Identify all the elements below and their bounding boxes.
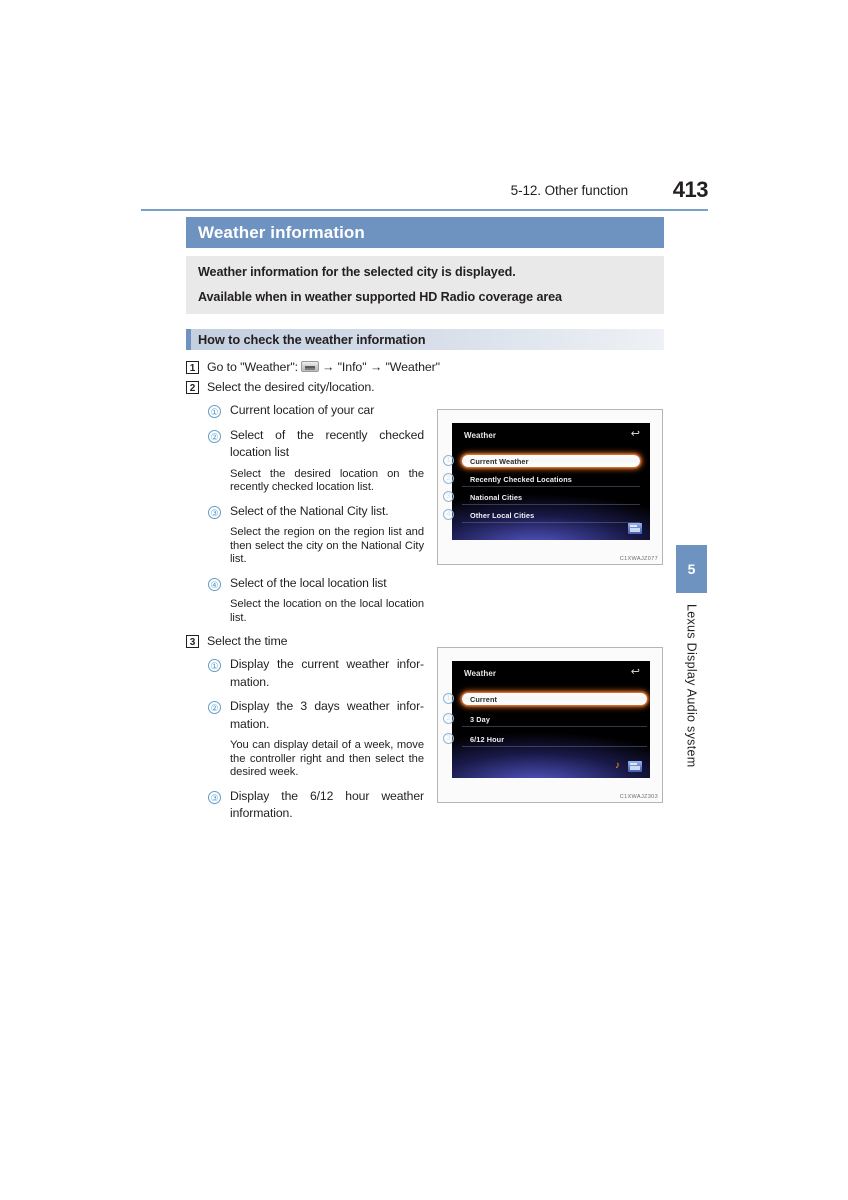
header-section-title: 5-12. Other function xyxy=(510,183,628,198)
screen-2-title: Weather xyxy=(464,669,497,678)
step-1-text-after: → "Info" → "Weather" xyxy=(322,360,440,375)
speaker-icon[interactable]: ♪ xyxy=(611,760,624,771)
section-title: Weather information xyxy=(198,222,365,242)
step-2-item-3-note: Select the region on the region list and… xyxy=(230,526,424,566)
callout-3: 3 xyxy=(443,491,454,502)
circled-number-2: ② xyxy=(208,429,221,443)
step-2-item-2-note: Select the desired location on the recen… xyxy=(230,467,424,494)
folder-icon[interactable] xyxy=(628,523,642,534)
circled-number-1: ① xyxy=(208,659,221,673)
step-1-number: 1 xyxy=(186,361,199,375)
step-1-text: Go to "Weather": → "Info" → "Weather" xyxy=(207,359,440,376)
folder-icon[interactable] xyxy=(628,761,642,772)
step-2-item-1-text: Current location of your car xyxy=(230,403,375,418)
chapter-tab-number: 5 xyxy=(676,545,707,593)
circled-number-1: ① xyxy=(208,405,221,419)
circled-number-3: ③ xyxy=(208,505,221,519)
screen-1-row-1-label: Current Weather xyxy=(470,456,529,466)
chapter-tab-label-text: Lexus Display Audio system xyxy=(684,604,699,768)
subsection-header: How to check the weather information xyxy=(186,329,664,351)
device-screenshot-1: Weather ↩ Current Weather Recently Check… xyxy=(437,409,663,565)
step-3-number: 3 xyxy=(186,635,199,649)
subsection-title: How to check the weather information xyxy=(198,332,426,348)
step-2: 2 Select the desired city/location. xyxy=(186,379,664,396)
screen-1-row-4-label: Other Local Cities xyxy=(470,510,535,520)
display-menu-icon xyxy=(301,361,319,373)
device-screenshot-2: Weather ↩ Current 3 Day 6/12 Hour ♪ 1 2 … xyxy=(437,647,663,803)
chapter-tab-label: Lexus Display Audio system xyxy=(676,604,707,774)
screen-1-row-current-weather[interactable]: Current Weather xyxy=(462,455,640,467)
screen-1-title: Weather xyxy=(464,431,497,440)
circled-number-4: ④ xyxy=(208,577,221,591)
screenshot-1-code: C1XWAJZ077 xyxy=(619,556,658,562)
step-3-text: Select the time xyxy=(207,634,288,649)
screen-2-row-3-label: 6/12 Hour xyxy=(470,734,505,744)
device-screen-1: Weather ↩ Current Weather Recently Check… xyxy=(452,423,650,540)
page-header: 5-12. Other function 413 xyxy=(141,177,709,209)
step-2-text: Select the desired city/location. xyxy=(207,380,375,395)
back-icon[interactable]: ↩ xyxy=(631,429,640,440)
circled-number-2: ② xyxy=(208,701,221,715)
step-2-item-3-text: Select of the National City list. xyxy=(230,503,389,518)
step-3-item-3: ③ Display the 6/12 hour weather informat… xyxy=(208,788,424,823)
screen-1-row-3-label: National Cities xyxy=(470,492,523,502)
page-number: 413 xyxy=(672,177,709,202)
step-3-item-2: ② Display the 3 days weather infor-matio… xyxy=(208,698,424,733)
screen-2-row-1-label: Current xyxy=(470,694,498,704)
callout-3: 3 xyxy=(443,733,454,744)
device-screen-2: Weather ↩ Current 3 Day 6/12 Hour ♪ xyxy=(452,661,650,778)
screen-1-row-national-cities[interactable]: National Cities xyxy=(462,491,640,505)
callout-1: 1 xyxy=(443,693,454,704)
callout-1: 1 xyxy=(443,455,454,466)
step-2-item-4-note: Select the location on the local locatio… xyxy=(230,598,424,624)
screen-2-row-current[interactable]: Current xyxy=(462,693,647,705)
screen-1-row-recently-checked[interactable]: Recently Checked Locations xyxy=(462,473,640,487)
callout-2: 2 xyxy=(443,713,454,724)
screen-1-row-2-label: Recently Checked Locations xyxy=(470,474,572,484)
screenshot-2-code: C1XWAJZ303 xyxy=(619,794,658,800)
back-icon[interactable]: ↩ xyxy=(631,667,640,678)
step-1-text-before: Go to "Weather": xyxy=(207,360,298,375)
screen-2-row-3-day[interactable]: 3 Day xyxy=(462,713,647,727)
step-1: 1 Go to "Weather": → "Info" → "Weather" xyxy=(186,359,664,376)
description-box: Weather information for the selected cit… xyxy=(186,256,664,315)
header-rule xyxy=(141,209,708,211)
screen-2-row-6-12-hour[interactable]: 6/12 Hour xyxy=(462,733,647,747)
step-2-item-2-text: Select of the recently checked location … xyxy=(230,427,424,460)
step-3-item-3-text: Display the 6/12 hour weather informatio… xyxy=(230,788,424,821)
callout-4: 4 xyxy=(443,509,454,520)
step-2-item-3: ③ Select of the National City list. xyxy=(208,503,424,521)
circled-number-3: ③ xyxy=(208,790,221,804)
description-line-1: Weather information for the selected cit… xyxy=(198,265,516,279)
step-2-item-1: ① Current location of your car xyxy=(208,402,424,420)
step-2-sub-list: ① Current location of your car ② Select … xyxy=(208,402,424,625)
step-3-item-1: ① Display the current weather infor-mati… xyxy=(208,656,424,691)
step-2-item-4-text: Select of the local location list xyxy=(230,575,387,590)
step-2-item-4: ④ Select of the local location list xyxy=(208,575,424,593)
step-3-item-2-text: Display the 3 days weather infor-mation. xyxy=(230,699,424,731)
section-title-bar: Weather information xyxy=(186,217,664,248)
step-2-item-2: ② Select of the recently checked locatio… xyxy=(208,427,424,462)
step-3-item-1-text: Display the current weather infor-mation… xyxy=(230,657,424,689)
callout-2: 2 xyxy=(443,473,454,484)
step-3-sub-list: ① Display the current weather infor-mati… xyxy=(208,656,424,823)
description-line-2: Available when in weather supported HD R… xyxy=(198,289,562,304)
screen-2-row-2-label: 3 Day xyxy=(470,714,490,724)
step-2-number: 2 xyxy=(186,381,199,395)
screen-1-row-other-local-cities[interactable]: Other Local Cities xyxy=(462,509,640,523)
step-3-item-2-note: You can display detail of a week, move t… xyxy=(230,739,424,779)
